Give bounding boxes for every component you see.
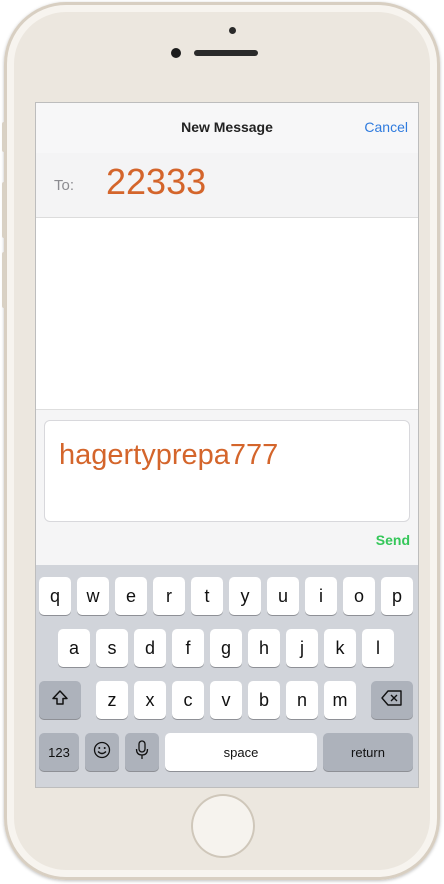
key-j[interactable]: j bbox=[286, 629, 318, 667]
earpiece-speaker bbox=[194, 50, 258, 56]
mic-icon bbox=[135, 739, 149, 765]
key-f[interactable]: f bbox=[172, 629, 204, 667]
sensor-dot bbox=[171, 48, 181, 58]
emoji-key[interactable] bbox=[85, 733, 119, 771]
key-h[interactable]: h bbox=[248, 629, 280, 667]
emoji-icon bbox=[93, 741, 111, 764]
to-label: To: bbox=[54, 177, 75, 194]
key-a[interactable]: a bbox=[58, 629, 90, 667]
key-o[interactable]: o bbox=[343, 577, 375, 615]
key-t[interactable]: t bbox=[191, 577, 223, 615]
key-m[interactable]: m bbox=[324, 681, 356, 719]
key-p[interactable]: p bbox=[381, 577, 413, 615]
key-k[interactable]: k bbox=[324, 629, 356, 667]
numbers-key[interactable]: 123 bbox=[39, 733, 79, 771]
key-q[interactable]: q bbox=[39, 577, 71, 615]
keyboard: q w e r t y u i o p a s d f g h j k l z … bbox=[36, 565, 418, 787]
key-l[interactable]: l bbox=[362, 629, 394, 667]
key-i[interactable]: i bbox=[305, 577, 337, 615]
key-g[interactable]: g bbox=[210, 629, 242, 667]
delete-key[interactable] bbox=[371, 681, 413, 719]
volume-up-button bbox=[2, 182, 6, 238]
recipient-row: To: bbox=[36, 153, 418, 218]
home-button[interactable] bbox=[191, 794, 255, 858]
key-d[interactable]: d bbox=[134, 629, 166, 667]
page-title: New Message bbox=[181, 119, 273, 135]
key-c[interactable]: c bbox=[172, 681, 204, 719]
screen: New Message Cancel To: hagertyprepa777 S… bbox=[35, 102, 419, 788]
key-n[interactable]: n bbox=[286, 681, 318, 719]
send-button[interactable]: Send bbox=[376, 532, 410, 548]
key-r[interactable]: r bbox=[153, 577, 185, 615]
key-y[interactable]: y bbox=[229, 577, 261, 615]
shift-key[interactable] bbox=[39, 681, 81, 719]
key-b[interactable]: b bbox=[248, 681, 280, 719]
return-key[interactable]: return bbox=[323, 733, 413, 771]
key-v[interactable]: v bbox=[210, 681, 242, 719]
space-key[interactable]: space bbox=[165, 733, 317, 771]
delete-icon bbox=[381, 689, 403, 711]
key-z[interactable]: z bbox=[96, 681, 128, 719]
cancel-button[interactable]: Cancel bbox=[364, 119, 408, 135]
key-u[interactable]: u bbox=[267, 577, 299, 615]
recipient-input[interactable] bbox=[106, 161, 396, 203]
key-w[interactable]: w bbox=[77, 577, 109, 615]
message-input[interactable]: hagertyprepa777 bbox=[44, 420, 410, 522]
dictation-key[interactable] bbox=[125, 733, 159, 771]
compose-area: hagertyprepa777 Send bbox=[36, 409, 418, 566]
front-camera bbox=[229, 27, 236, 34]
volume-down-button bbox=[2, 252, 6, 308]
shift-icon bbox=[51, 689, 69, 712]
key-x[interactable]: x bbox=[134, 681, 166, 719]
navigation-bar: New Message Cancel bbox=[36, 103, 418, 154]
mute-switch bbox=[2, 122, 6, 152]
message-text: hagertyprepa777 bbox=[59, 439, 279, 471]
message-thread bbox=[36, 218, 418, 408]
key-s[interactable]: s bbox=[96, 629, 128, 667]
key-e[interactable]: e bbox=[115, 577, 147, 615]
